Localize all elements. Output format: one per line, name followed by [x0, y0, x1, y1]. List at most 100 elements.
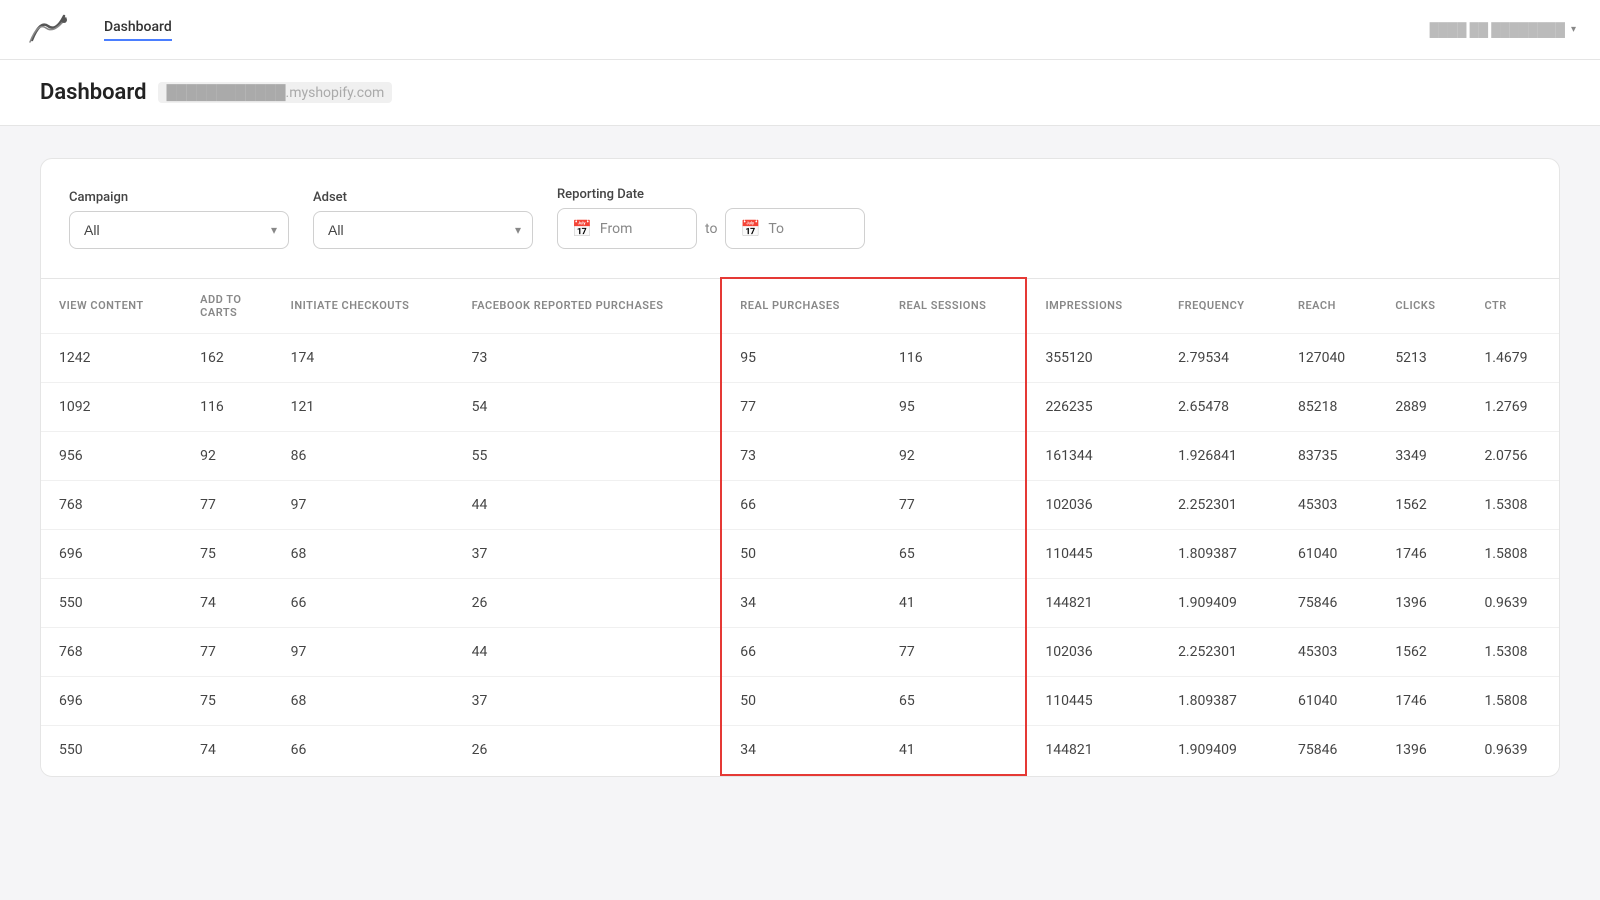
td-initiate_checkouts: 68 [273, 529, 454, 578]
td-reach: 45303 [1280, 627, 1377, 676]
td-real_sessions: 77 [881, 480, 1026, 529]
td-impressions: 226235 [1026, 382, 1160, 431]
td-reach: 75846 [1280, 578, 1377, 627]
td-view_content: 696 [41, 529, 182, 578]
from-placeholder: From [600, 221, 632, 237]
user-menu[interactable]: ████ ██ ████████ ▾ [1430, 22, 1576, 38]
table-row: 95692865573921613441.9268418373533492.07… [41, 431, 1559, 480]
td-add_to_carts: 77 [182, 627, 272, 676]
page-header: Dashboard ████████████.myshopify.com [0, 60, 1600, 126]
th-frequency: FREQUENCY [1160, 278, 1280, 333]
td-initiate_checkouts: 97 [273, 480, 454, 529]
user-menu-arrow-icon: ▾ [1571, 24, 1576, 35]
td-real_purchases: 66 [721, 480, 881, 529]
td-fb_reported_purchases: 26 [454, 578, 722, 627]
td-ctr: 1.5808 [1466, 676, 1559, 725]
th-initiate-checkouts: INITIATE CHECKOUTS [273, 278, 454, 333]
header-row: VIEW CONTENT ADD TOCARTS INITIATE CHECKO… [41, 278, 1559, 333]
date-to-input[interactable]: 📅 To [725, 208, 865, 249]
td-real_sessions: 65 [881, 529, 1026, 578]
td-fb_reported_purchases: 26 [454, 725, 722, 775]
td-add_to_carts: 74 [182, 725, 272, 775]
td-clicks: 1396 [1377, 725, 1466, 775]
date-from-input[interactable]: 📅 From [557, 208, 697, 249]
th-real-purchases: REAL PURCHASES [721, 278, 881, 333]
store-url: ████████████.myshopify.com [158, 82, 392, 103]
th-clicks: CLICKS [1377, 278, 1466, 333]
td-clicks: 5213 [1377, 333, 1466, 382]
td-impressions: 102036 [1026, 480, 1160, 529]
td-ctr: 1.5308 [1466, 627, 1559, 676]
td-frequency: 2.65478 [1160, 382, 1280, 431]
td-impressions: 110445 [1026, 529, 1160, 578]
th-view-content: VIEW CONTENT [41, 278, 182, 333]
td-add_to_carts: 77 [182, 480, 272, 529]
th-reach: REACH [1280, 278, 1377, 333]
td-view_content: 696 [41, 676, 182, 725]
table-body: 124216217473951163551202.795341270405213… [41, 333, 1559, 775]
td-view_content: 1242 [41, 333, 182, 382]
td-real_sessions: 41 [881, 725, 1026, 775]
td-clicks: 3349 [1377, 431, 1466, 480]
adset-select[interactable]: All [313, 211, 533, 249]
td-ctr: 1.5808 [1466, 529, 1559, 578]
td-view_content: 1092 [41, 382, 182, 431]
td-frequency: 2.79534 [1160, 333, 1280, 382]
adset-select-wrapper[interactable]: All [313, 211, 533, 249]
td-fb_reported_purchases: 37 [454, 676, 722, 725]
td-initiate_checkouts: 66 [273, 578, 454, 627]
table-row: 124216217473951163551202.795341270405213… [41, 333, 1559, 382]
td-real_sessions: 116 [881, 333, 1026, 382]
table-row: 69675683750651104451.8093876104017461.58… [41, 529, 1559, 578]
nav-dashboard[interactable]: Dashboard [104, 19, 172, 41]
td-frequency: 1.809387 [1160, 676, 1280, 725]
td-impressions: 110445 [1026, 676, 1160, 725]
td-real_purchases: 66 [721, 627, 881, 676]
td-view_content: 956 [41, 431, 182, 480]
table-row: 10921161215477952262352.654788521828891.… [41, 382, 1559, 431]
th-real-sessions: REAL SESSIONS [881, 278, 1026, 333]
filters-row: Campaign All Adset All Reporting Dat [69, 187, 1531, 249]
page-title-row: Dashboard ████████████.myshopify.com [40, 80, 1560, 105]
main-content: Campaign All Adset All Reporting Dat [0, 126, 1600, 809]
td-view_content: 550 [41, 578, 182, 627]
adset-filter-group: Adset All [313, 190, 533, 249]
table-row: 76877974466771020362.2523014530315621.53… [41, 627, 1559, 676]
td-frequency: 1.909409 [1160, 725, 1280, 775]
td-real_purchases: 73 [721, 431, 881, 480]
td-real_purchases: 50 [721, 529, 881, 578]
data-table-container: VIEW CONTENT ADD TOCARTS INITIATE CHECKO… [41, 277, 1559, 776]
td-initiate_checkouts: 121 [273, 382, 454, 431]
td-add_to_carts: 75 [182, 529, 272, 578]
td-frequency: 2.252301 [1160, 480, 1280, 529]
table-row: 69675683750651104451.8093876104017461.58… [41, 676, 1559, 725]
td-fb_reported_purchases: 55 [454, 431, 722, 480]
td-initiate_checkouts: 68 [273, 676, 454, 725]
td-add_to_carts: 92 [182, 431, 272, 480]
td-initiate_checkouts: 97 [273, 627, 454, 676]
td-initiate_checkouts: 86 [273, 431, 454, 480]
calendar-to-icon: 📅 [740, 219, 760, 238]
td-real_sessions: 95 [881, 382, 1026, 431]
nav-links: Dashboard [104, 19, 172, 41]
campaign-select-wrapper[interactable]: All [69, 211, 289, 249]
td-ctr: 1.4679 [1466, 333, 1559, 382]
td-frequency: 1.926841 [1160, 431, 1280, 480]
dashboard-card: Campaign All Adset All Reporting Dat [40, 158, 1560, 777]
td-reach: 61040 [1280, 676, 1377, 725]
reporting-date-group: Reporting Date 📅 From to 📅 To [557, 187, 865, 249]
td-add_to_carts: 74 [182, 578, 272, 627]
date-separator: to [705, 221, 717, 237]
td-initiate_checkouts: 66 [273, 725, 454, 775]
td-reach: 45303 [1280, 480, 1377, 529]
td-initiate_checkouts: 174 [273, 333, 454, 382]
td-frequency: 1.809387 [1160, 529, 1280, 578]
campaign-select[interactable]: All [69, 211, 289, 249]
calendar-from-icon: 📅 [572, 219, 592, 238]
td-view_content: 768 [41, 480, 182, 529]
td-clicks: 1562 [1377, 480, 1466, 529]
td-ctr: 0.9639 [1466, 725, 1559, 775]
td-real_purchases: 95 [721, 333, 881, 382]
td-add_to_carts: 75 [182, 676, 272, 725]
td-view_content: 768 [41, 627, 182, 676]
